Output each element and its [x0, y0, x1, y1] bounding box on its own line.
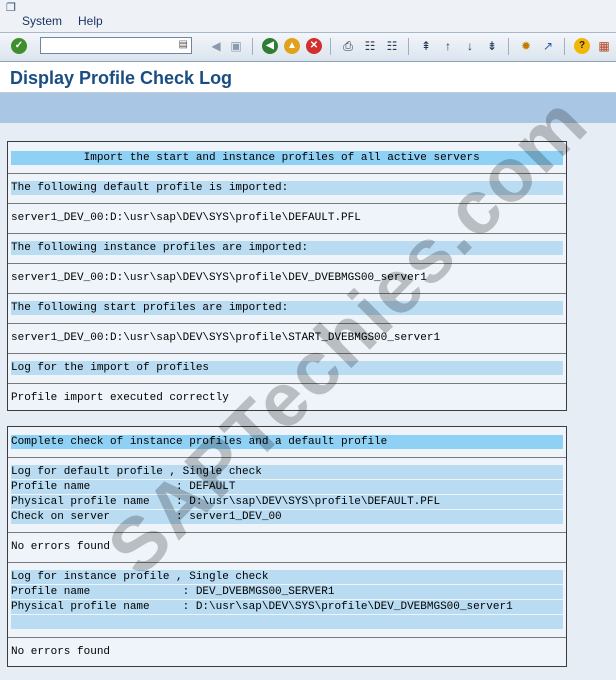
profile-check-panel: Complete check of instance profiles and …	[7, 426, 567, 667]
row-divider	[8, 353, 566, 354]
log-line: The following start profiles are importe…	[11, 301, 563, 315]
log-line: The following instance profiles are impo…	[11, 241, 563, 255]
menu-item-system[interactable]: System	[22, 14, 62, 28]
title-bar: Display Profile Check Log	[0, 62, 616, 93]
help-icon[interactable]: ?	[574, 38, 590, 54]
row-divider	[8, 383, 566, 384]
exit-icon[interactable]: ▲	[284, 38, 300, 54]
toolbar-separator	[564, 38, 565, 55]
command-field[interactable]: ▤	[40, 37, 192, 54]
row-divider	[8, 203, 566, 204]
toolbar-separator	[408, 38, 409, 55]
create-session-icon[interactable]: ✹	[518, 38, 534, 54]
log-line: Profile name : DEV_DVEBMGS00_SERVER1	[11, 585, 563, 599]
print-icon[interactable]: ⎙	[340, 38, 356, 54]
menu-bar: ❐ System Help	[0, 0, 616, 33]
log-line: server1_DEV_00:D:\usr\sap\DEV\SYS\profil…	[11, 332, 441, 344]
row-divider	[8, 532, 566, 533]
log-line: Check on server : server1_DEV_00	[11, 510, 563, 524]
log-line: No errors found	[11, 541, 111, 553]
menu-app-icon[interactable]: ❐	[6, 1, 16, 14]
command-history-icon[interactable]: ▤	[179, 39, 188, 50]
last-page-icon[interactable]: ⇟	[484, 38, 500, 54]
previous-page-icon[interactable]: ↑	[440, 38, 456, 54]
log-line: Complete check of instance profiles and …	[11, 435, 563, 449]
log-line: server1_DEV_00:D:\usr\sap\DEV\SYS\profil…	[11, 272, 427, 284]
row-divider	[8, 263, 566, 264]
row-divider	[8, 323, 566, 324]
log-line: Log for instance profile , Single check	[11, 570, 563, 584]
import-profiles-panel: Import the start and instance profiles o…	[7, 141, 567, 411]
back-icon[interactable]: ◀	[262, 38, 278, 54]
save-icon[interactable]: ▣	[228, 38, 244, 54]
log-line: Import the start and instance profiles o…	[11, 151, 563, 165]
customize-layout-icon[interactable]: ▦	[596, 38, 612, 54]
application-toolbar	[0, 93, 616, 123]
log-line: Log for the import of profiles	[11, 361, 563, 375]
row-divider	[8, 562, 566, 563]
page-title: Display Profile Check Log	[10, 68, 233, 88]
row-divider	[8, 457, 566, 458]
back-arrow-icon[interactable]: ◀	[208, 38, 224, 54]
enter-icon[interactable]: ✓	[11, 38, 27, 54]
row-divider	[8, 173, 566, 174]
first-page-icon[interactable]: ⇞	[418, 38, 434, 54]
next-page-icon[interactable]: ↓	[462, 38, 478, 54]
toolbar-separator	[252, 38, 253, 55]
row-divider	[8, 637, 566, 638]
log-line: server1_DEV_00:D:\usr\sap\DEV\SYS\profil…	[11, 212, 361, 224]
log-line: No errors found	[11, 646, 111, 658]
cancel-icon[interactable]: ✕	[306, 38, 322, 54]
log-line: Log for default profile , Single check	[11, 465, 563, 479]
row-divider	[8, 293, 566, 294]
log-line: Profile import executed correctly	[11, 392, 229, 404]
toolbar-separator	[508, 38, 509, 55]
find-next-icon[interactable]: ☷	[384, 38, 400, 54]
toolbar-separator	[330, 38, 331, 55]
log-line: The following default profile is importe…	[11, 181, 563, 195]
menu-item-help[interactable]: Help	[78, 14, 103, 28]
log-line	[11, 615, 563, 629]
log-line: Physical profile name : D:\usr\sap\DEV\S…	[11, 495, 563, 509]
standard-toolbar: ✓ ▤ ◀ ▣ ◀ ▲ ✕ ⎙ ☷ ☷ ⇞ ↑ ↓ ⇟ ✹ ↗ ? ▦	[0, 33, 616, 62]
log-line: Physical profile name : D:\usr\sap\DEV\S…	[11, 600, 563, 614]
shortcut-icon[interactable]: ↗	[540, 38, 556, 54]
row-divider	[8, 233, 566, 234]
find-icon[interactable]: ☷	[362, 38, 378, 54]
log-line: Profile name : DEFAULT	[11, 480, 563, 494]
